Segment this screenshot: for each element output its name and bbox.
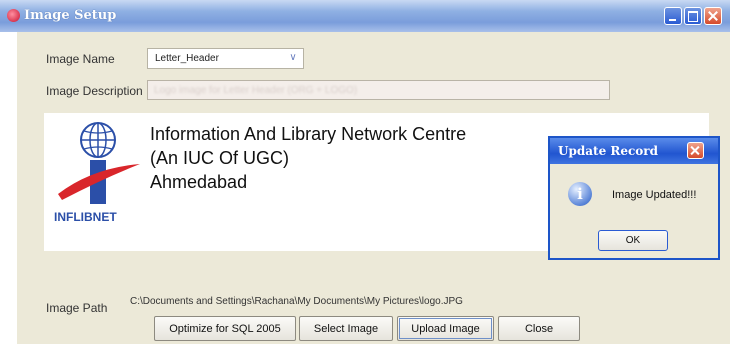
image-path-value: C:\Documents and Settings\Rachana\My Doc… (130, 296, 463, 307)
minimize-button[interactable] (664, 7, 682, 25)
dialog-ok-button[interactable]: OK (598, 230, 668, 251)
image-description-label: Image Description (46, 84, 143, 98)
close-button[interactable]: Close (498, 316, 580, 341)
close-window-button[interactable] (704, 7, 722, 25)
dialog-message: Image Updated!!! (612, 189, 697, 201)
globe-icon (80, 122, 116, 158)
image-description-value: Logo image for Letter Header (ORG + LOGO… (154, 85, 358, 96)
dialog-close-button[interactable] (687, 142, 704, 159)
logo-text: INFLIBNET (54, 210, 117, 224)
upload-image-button[interactable]: Upload Image (397, 316, 494, 341)
chevron-down-icon[interactable]: ∨ (286, 52, 300, 65)
update-record-dialog: Update Record i Image Updated!!! OK (548, 136, 720, 260)
image-path-label: Image Path (46, 301, 108, 315)
image-name-select[interactable]: Letter_Header ∨ (147, 48, 304, 69)
image-name-value: Letter_Header (155, 53, 219, 64)
image-name-label: Image Name (46, 52, 115, 66)
window-title: Image Setup (24, 8, 117, 23)
image-description-field[interactable]: Logo image for Letter Header (ORG + LOGO… (147, 80, 610, 100)
dialog-title: Update Record (558, 144, 659, 158)
info-icon: i (568, 182, 592, 206)
org-city-line: Ahmedabad (150, 172, 248, 192)
maximize-button[interactable] (684, 7, 702, 25)
optimize-sql-button[interactable]: Optimize for SQL 2005 (154, 316, 296, 341)
dialog-title-bar[interactable]: Update Record (550, 138, 718, 164)
title-bar[interactable]: Image Setup (0, 0, 730, 32)
inflibnet-logo: INFLIBNET (54, 122, 140, 224)
select-image-button[interactable]: Select Image (299, 316, 393, 341)
image-setup-window: Image Setup Image Name Letter_Header ∨ I… (0, 0, 730, 344)
app-icon (7, 9, 20, 22)
org-subtitle-line: (An IUC Of UGC) (150, 148, 290, 168)
org-name-line: Information And Library Network Centre (150, 124, 467, 144)
